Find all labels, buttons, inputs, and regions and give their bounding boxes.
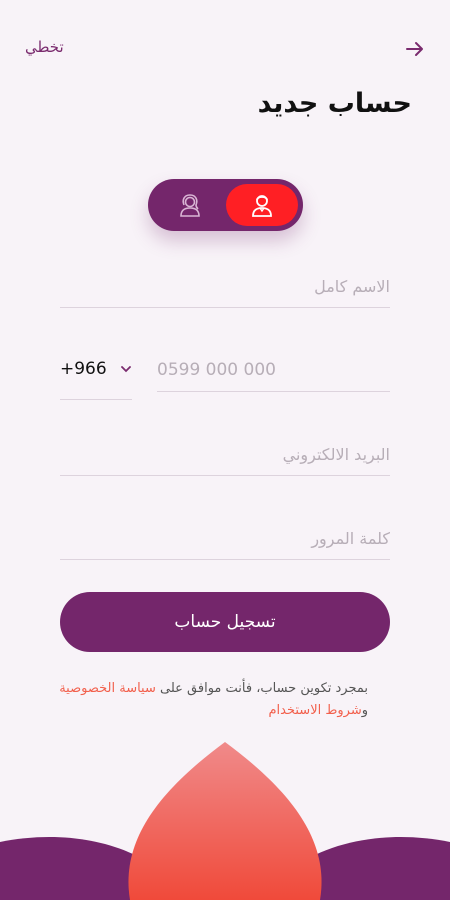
terms-of-use-link[interactable]: شروط الاستخدام — [269, 703, 362, 718]
register-button[interactable]: تسجيل حساب — [60, 592, 390, 652]
skip-button[interactable]: تخطي — [25, 38, 64, 56]
toggle-option-female[interactable] — [166, 189, 214, 221]
full-name-field — [60, 266, 390, 308]
user-male-icon — [252, 195, 272, 217]
full-name-input[interactable] — [60, 266, 390, 306]
user-female-icon — [180, 194, 200, 217]
terms-conjunction: و — [361, 703, 368, 718]
toggle-option-male[interactable] — [226, 184, 298, 226]
phone-input[interactable] — [157, 350, 390, 390]
arrow-right-icon[interactable] — [404, 38, 426, 60]
password-field — [60, 518, 390, 560]
page-title: حساب جديد — [257, 88, 412, 119]
password-input[interactable] — [60, 518, 390, 558]
top-bar: تخطي — [0, 36, 450, 64]
terms-prefix: بمجرد تكوين حساب، فأنت موافق على — [155, 681, 368, 696]
email-field — [60, 434, 390, 476]
terms-text: بمجرد تكوين حساب، فأنت موافق على سياسة ا… — [50, 678, 368, 722]
country-code-select[interactable]: +966 — [60, 350, 132, 400]
chevron-down-icon — [121, 366, 131, 373]
lotus-decoration — [0, 742, 450, 900]
phone-field — [157, 350, 390, 392]
email-input[interactable] — [60, 434, 390, 474]
account-type-toggle[interactable] — [148, 179, 303, 231]
country-code-value: +966 — [60, 359, 107, 379]
privacy-policy-link[interactable]: سياسة الخصوصية — [59, 681, 156, 696]
